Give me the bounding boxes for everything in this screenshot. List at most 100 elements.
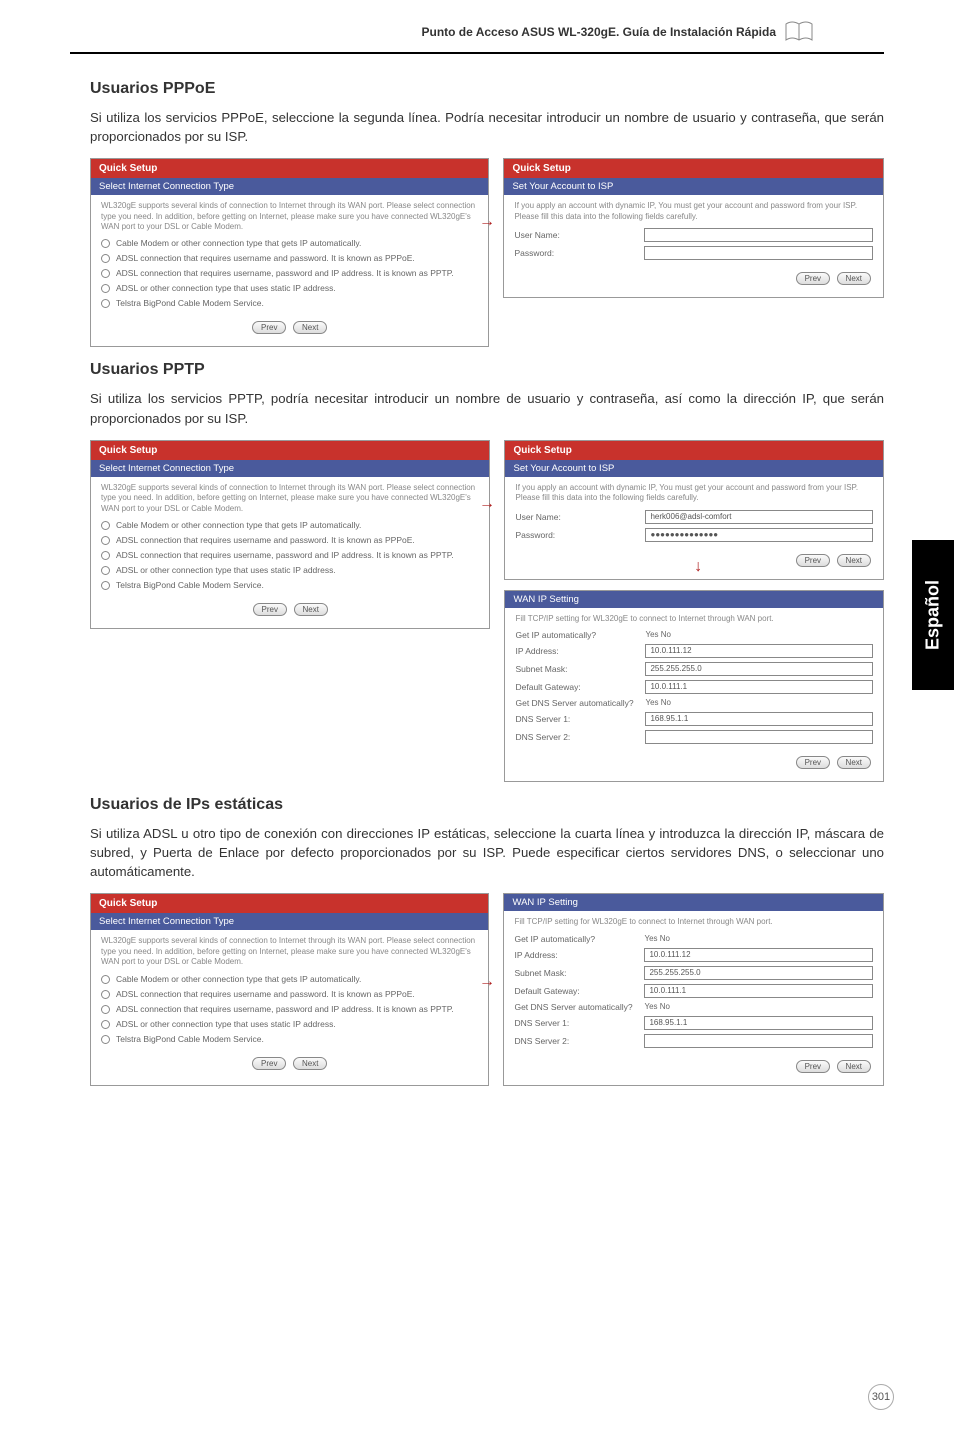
prev-button[interactable]: Prev — [252, 321, 286, 334]
next-button[interactable]: Next — [293, 1057, 327, 1070]
prev-button[interactable]: Prev — [796, 272, 830, 285]
static-heading: Usuarios de IPs estáticas — [90, 796, 884, 814]
dns1-input[interactable] — [645, 712, 873, 726]
radio-label: Cable Modem or other connection type tha… — [116, 974, 361, 984]
field-label: Subnet Mask: — [515, 664, 645, 674]
gw-input[interactable] — [645, 680, 873, 694]
dns2-input[interactable] — [645, 730, 873, 744]
static-left-panel: Quick Setup Select Internet Connection T… — [90, 893, 489, 1085]
radio-option[interactable]: ADSL connection that requires username a… — [101, 989, 478, 999]
radio-icon — [101, 239, 110, 248]
radio-option[interactable]: Telstra BigPond Cable Modem Service. — [101, 1034, 478, 1044]
panel-title: Quick Setup — [504, 159, 883, 178]
radio-option[interactable]: ADSL connection that requires username, … — [101, 268, 478, 278]
next-button[interactable]: Next — [837, 1060, 871, 1073]
content: Usuarios PPPoE Si utiliza los servicios … — [0, 54, 954, 1086]
field-label: Default Gateway: — [514, 986, 644, 996]
radio-option[interactable]: ADSL connection that requires username, … — [101, 550, 479, 560]
radio-label: Cable Modem or other connection type tha… — [116, 520, 361, 530]
prev-button[interactable]: Prev — [796, 1060, 830, 1073]
radio-option[interactable]: Cable Modem or other connection type tha… — [101, 520, 479, 530]
pptp-para: Si utiliza los servicios PPTP, podría ne… — [90, 389, 884, 427]
user-label: User Name: — [514, 230, 644, 240]
prev-button[interactable]: Prev — [796, 756, 830, 769]
pass-input[interactable] — [644, 246, 873, 260]
mask-input[interactable] — [644, 966, 873, 980]
radio-option[interactable]: ADSL or other connection type that uses … — [101, 1019, 478, 1029]
panel-title: Quick Setup — [91, 441, 489, 460]
radio-option[interactable]: Telstra BigPond Cable Modem Service. — [101, 580, 479, 590]
gw-input[interactable] — [644, 984, 873, 998]
next-button[interactable]: Next — [837, 554, 871, 567]
prev-button[interactable]: Prev — [253, 603, 287, 616]
panel-title: Quick Setup — [505, 441, 883, 460]
intro-text: WL320gE supports several kinds of connec… — [101, 936, 478, 967]
ip-input[interactable] — [644, 948, 873, 962]
radio-icon — [101, 254, 110, 263]
radio-label: ADSL or other connection type that uses … — [116, 1019, 336, 1029]
field-label: Get IP automatically? — [514, 934, 644, 944]
field-value[interactable]: Yes No — [645, 630, 671, 639]
radio-icon — [101, 566, 110, 575]
radio-icon — [101, 1020, 110, 1029]
field-label: Get IP automatically? — [515, 630, 645, 640]
radio-icon — [101, 551, 110, 560]
intro-text: If you apply an account with dynamic IP,… — [514, 201, 873, 222]
prev-button[interactable]: Prev — [796, 554, 830, 567]
next-button[interactable]: Next — [837, 272, 871, 285]
ip-input[interactable] — [645, 644, 873, 658]
dns2-input[interactable] — [644, 1034, 873, 1048]
radio-label: ADSL or other connection type that uses … — [116, 565, 336, 575]
field-label: DNS Server 2: — [514, 1036, 644, 1046]
field-label: DNS Server 2: — [515, 732, 645, 742]
arrow-down-icon: ↓ — [694, 558, 702, 576]
radio-option[interactable]: ADSL or other connection type that uses … — [101, 565, 479, 575]
panel-title: WAN IP Setting — [504, 894, 883, 911]
radio-label: ADSL connection that requires username a… — [116, 253, 415, 263]
radio-option[interactable]: ADSL or other connection type that uses … — [101, 283, 478, 293]
radio-option[interactable]: ADSL connection that requires username a… — [101, 535, 479, 545]
pppoe-right-panel: Quick Setup Set Your Account to ISP If y… — [503, 158, 884, 298]
next-button[interactable]: Next — [293, 321, 327, 334]
radio-label: ADSL connection that requires username a… — [116, 989, 415, 999]
intro-text: Fill TCP/IP setting for WL320gE to conne… — [514, 917, 873, 927]
page-header: Punto de Acceso ASUS WL-320gE. Guía de I… — [70, 0, 884, 54]
pass-label: Password: — [514, 248, 644, 258]
user-input[interactable] — [645, 510, 873, 524]
static-para: Si utiliza ADSL u otro tipo de conexión … — [90, 824, 884, 881]
radio-icon — [101, 1035, 110, 1044]
next-button[interactable]: Next — [837, 756, 871, 769]
radio-option[interactable]: Cable Modem or other connection type tha… — [101, 974, 478, 984]
prev-button[interactable]: Prev — [252, 1057, 286, 1070]
radio-icon — [101, 581, 110, 590]
panel-subtitle: Set Your Account to ISP — [505, 460, 883, 477]
radio-icon — [101, 975, 110, 984]
panel-title: WAN IP Setting — [505, 591, 883, 608]
radio-option[interactable]: Cable Modem or other connection type tha… — [101, 238, 478, 248]
user-input[interactable] — [644, 228, 873, 242]
field-label: DNS Server 1: — [515, 714, 645, 724]
field-value[interactable]: Yes No — [644, 934, 670, 943]
radio-icon — [101, 521, 110, 530]
field-value[interactable]: Yes No — [644, 1002, 670, 1011]
book-icon — [784, 20, 814, 44]
pptp-heading: Usuarios PPTP — [90, 361, 884, 379]
pass-input[interactable] — [645, 528, 873, 542]
radio-label: ADSL connection that requires username a… — [116, 535, 415, 545]
radio-option[interactable]: Telstra BigPond Cable Modem Service. — [101, 298, 478, 308]
field-label: Default Gateway: — [515, 682, 645, 692]
mask-input[interactable] — [645, 662, 873, 676]
intro-text: WL320gE supports several kinds of connec… — [101, 201, 478, 232]
radio-option[interactable]: ADSL connection that requires username, … — [101, 1004, 478, 1014]
radio-label: Cable Modem or other connection type tha… — [116, 238, 361, 248]
field-value[interactable]: Yes No — [645, 698, 671, 707]
next-button[interactable]: Next — [294, 603, 328, 616]
pppoe-left-panel: Quick Setup Select Internet Connection T… — [90, 158, 489, 347]
pptp-wan-panel: WAN IP Setting Fill TCP/IP setting for W… — [504, 590, 884, 782]
pppoe-para: Si utiliza los servicios PPPoE, seleccio… — [90, 108, 884, 146]
radio-option[interactable]: ADSL connection that requires username a… — [101, 253, 478, 263]
field-label: DNS Server 1: — [514, 1018, 644, 1028]
radio-label: Telstra BigPond Cable Modem Service. — [116, 1034, 264, 1044]
field-label: IP Address: — [515, 646, 645, 656]
dns1-input[interactable] — [644, 1016, 873, 1030]
